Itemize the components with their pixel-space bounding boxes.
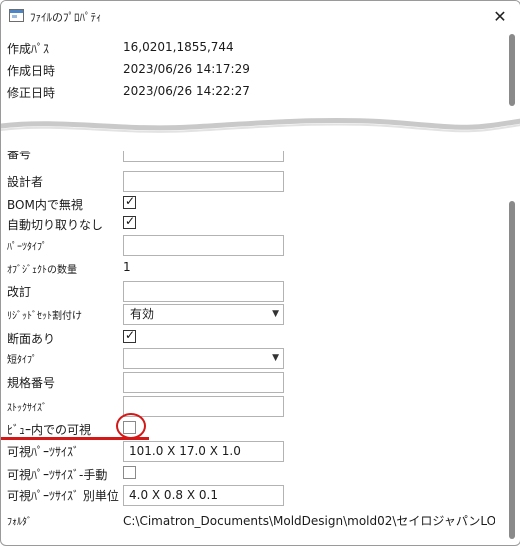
folder-label: ﾌｫﾙﾀﾞ: [7, 517, 32, 528]
stock-size-row: ｽﾄｯｸｻｲｽﾞ: [1, 396, 520, 417]
check-icon: ✓: [125, 328, 136, 342]
folder-row: ﾌｫﾙﾀﾞ C:\Cimatron_Documents\MoldDesign\m…: [1, 510, 520, 530]
info-label: 作成ﾊﾟｽ: [7, 42, 50, 56]
visible-part-size-unit-field[interactable]: 4.0 X 0.8 X 0.1: [123, 485, 284, 506]
info-label: 作成日時: [7, 64, 56, 78]
visible-part-size-row: 可視ﾊﾟｰﾂｻｲｽﾞ 101.0 X 17.0 X 1.0: [1, 441, 520, 462]
partial-field[interactable]: [123, 151, 284, 162]
designer-row: 設計者: [1, 171, 520, 192]
no-auto-trim-row: 自動切り取りなし ✓: [1, 214, 520, 234]
folder-path: C:\Cimatron_Documents\MoldDesign\mold02\…: [123, 514, 495, 528]
info-label: 修正日時: [7, 86, 56, 100]
scrollbar-thumb-upper[interactable]: [509, 34, 515, 106]
no-auto-trim-checkbox[interactable]: ✓: [123, 214, 136, 229]
chevron-down-icon: ▼: [272, 353, 279, 363]
scrollbar-thumb[interactable]: [509, 201, 515, 539]
ignore-bom-checkbox[interactable]: ✓: [123, 194, 136, 209]
no-auto-trim-label: 自動切り取りなし: [7, 218, 104, 232]
chevron-down-icon: ▼: [272, 309, 279, 319]
object-count-value: 1: [123, 260, 131, 274]
object-count-row: ｵﾌﾞｼﾞｪｸﾄの数量 1: [1, 258, 520, 278]
revision-label: 改訂: [7, 285, 32, 299]
short-type-dropdown[interactable]: ▼: [123, 348, 284, 369]
rigid-set-row: ﾘｼﾞｯﾄﾞｾｯﾄ割付け 有効 ▼: [1, 304, 520, 325]
visible-in-view-label: ﾋﾞｭｰ内での可視: [7, 423, 92, 437]
partial-label: 番号: [7, 151, 32, 161]
visible-part-size-unit-row: 可視ﾊﾟｰﾂｻｲｽﾞ 別単位 4.0 X 0.8 X 0.1: [1, 485, 520, 506]
info-row-created: 作成日時 2023/06/26 14:17:29: [1, 60, 520, 80]
info-value: 16,0201,1855,744: [123, 40, 234, 54]
visible-part-size-manual-checkbox[interactable]: [123, 466, 136, 479]
info-value: 2023/06/26 14:22:27: [123, 84, 250, 98]
short-type-row: 短ﾀｲﾌﾟ ▼: [1, 348, 520, 369]
revision-row: 改訂: [1, 281, 520, 302]
info-row-modified: 修正日時 2023/06/26 14:22:27: [1, 82, 520, 102]
info-row-path: 作成ﾊﾟｽ 16,0201,1855,744: [1, 38, 520, 58]
cut-separator: [1, 109, 520, 151]
ignore-bom-label: BOM内で無視: [7, 198, 83, 212]
info-value: 2023/06/26 14:17:29: [123, 62, 250, 76]
designer-label: 設計者: [7, 175, 44, 189]
annotation-underline: [1, 437, 149, 440]
part-type-field[interactable]: [123, 235, 284, 256]
visible-part-size-manual-label: 可視ﾊﾟｰﾂｻｲｽﾞ-手動: [7, 468, 108, 482]
spec-number-label: 規格番号: [7, 376, 56, 390]
has-section-checkbox[interactable]: ✓: [123, 328, 136, 343]
short-type-label: 短ﾀｲﾌﾟ: [7, 355, 37, 366]
visible-part-size-field[interactable]: 101.0 X 17.0 X 1.0: [123, 441, 284, 462]
close-icon[interactable]: ✕: [486, 4, 514, 30]
window-title: ﾌｧｲﾙのﾌﾟﾛﾊﾟﾃｨ: [30, 11, 102, 24]
check-icon: ✓: [125, 194, 136, 208]
file-properties-window: ﾌｧｲﾙのﾌﾟﾛﾊﾟﾃｨ ✕ 作成ﾊﾟｽ 16,0201,1855,744 作成…: [0, 0, 520, 546]
stock-size-label: ｽﾄｯｸｻｲｽﾞ: [7, 403, 47, 414]
rigid-set-dropdown[interactable]: 有効 ▼: [123, 304, 284, 325]
stock-size-field[interactable]: [123, 396, 284, 417]
visible-part-size-manual-row: 可視ﾊﾟｰﾂｻｲｽﾞ-手動: [1, 464, 520, 484]
title-bar: ﾌｧｲﾙのﾌﾟﾛﾊﾟﾃｨ ✕: [1, 1, 520, 32]
spec-number-field[interactable]: [123, 372, 284, 393]
annotation-circle: [116, 413, 146, 439]
part-type-label: ﾊﾟｰﾂﾀｲﾌﾟ: [7, 242, 47, 253]
partial-row: 番号: [1, 151, 520, 163]
has-section-row: 断面あり ✓: [1, 328, 520, 348]
visible-part-size-label: 可視ﾊﾟｰﾂｻｲｽﾞ: [7, 445, 80, 459]
revision-field[interactable]: [123, 281, 284, 302]
part-type-row: ﾊﾟｰﾂﾀｲﾌﾟ: [1, 235, 520, 256]
has-section-label: 断面あり: [7, 332, 56, 346]
visible-in-view-row: ﾋﾞｭｰ内での可視: [1, 419, 520, 439]
check-icon: ✓: [125, 214, 136, 228]
rigid-set-selected: 有効: [130, 307, 155, 321]
object-count-label: ｵﾌﾞｼﾞｪｸﾄの数量: [7, 265, 77, 276]
rigid-set-label: ﾘｼﾞｯﾄﾞｾｯﾄ割付け: [7, 311, 82, 322]
spec-number-row: 規格番号: [1, 372, 520, 393]
visible-part-size-unit-label: 可視ﾊﾟｰﾂｻｲｽﾞ 別単位: [7, 489, 119, 503]
designer-field[interactable]: [123, 171, 284, 192]
window-icon: [9, 9, 24, 22]
ignore-bom-row: BOM内で無視 ✓: [1, 194, 520, 214]
